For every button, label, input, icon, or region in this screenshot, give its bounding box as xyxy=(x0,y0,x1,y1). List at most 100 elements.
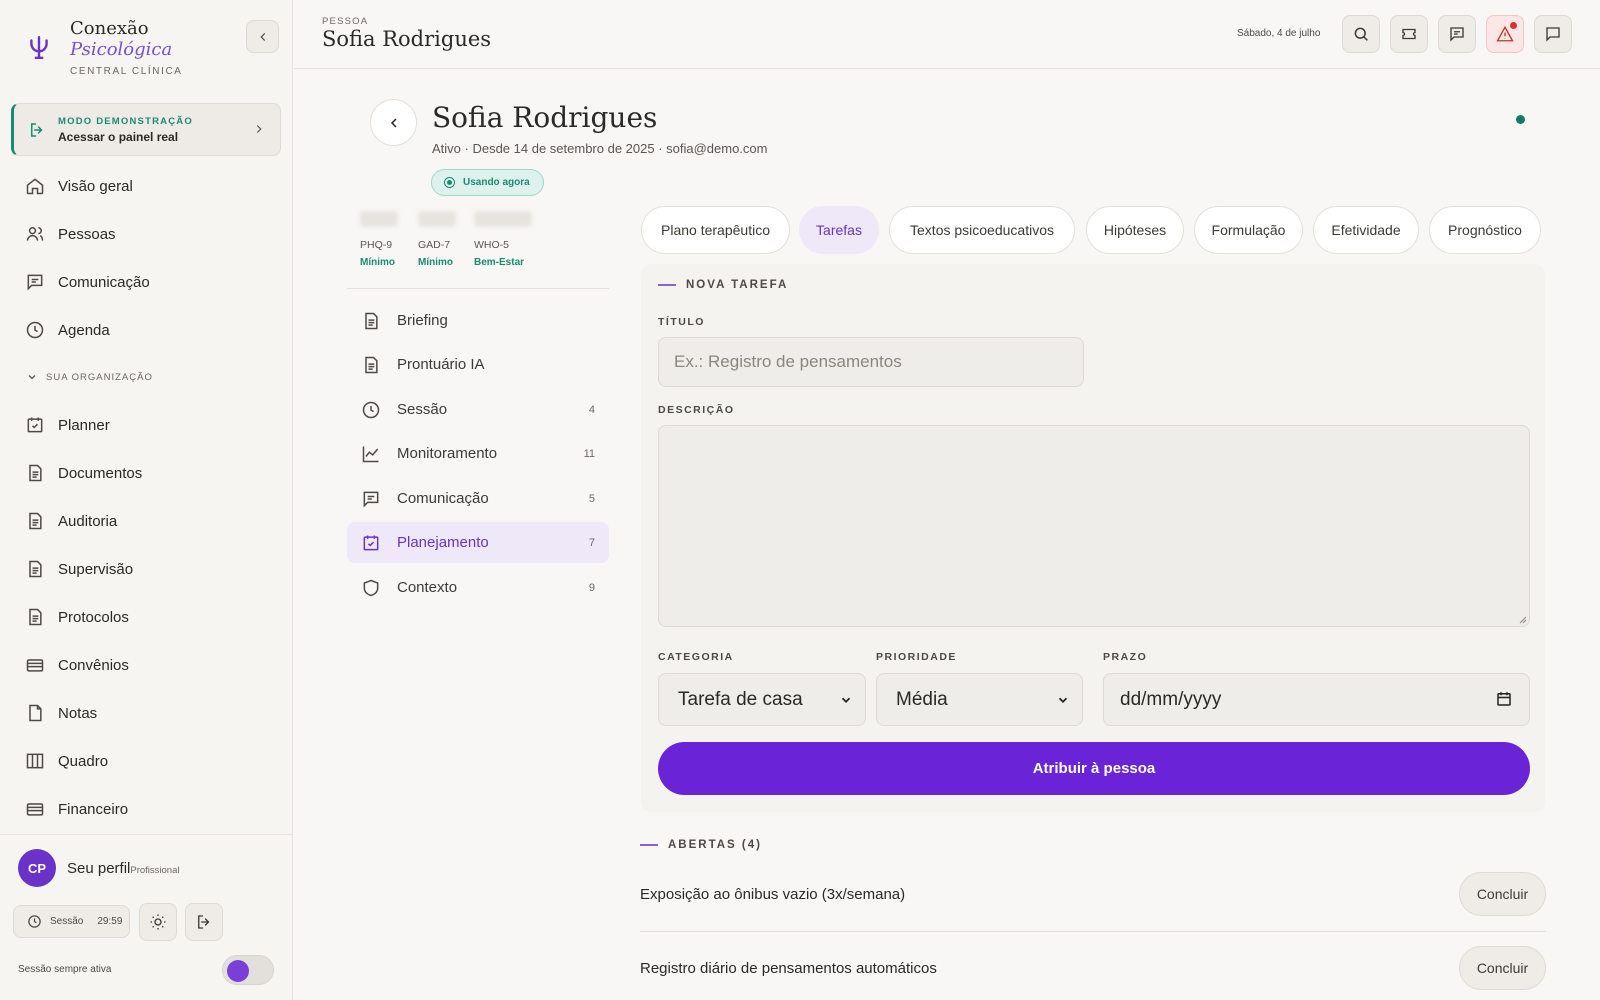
search-button[interactable] xyxy=(1342,15,1380,53)
category-value: Tarefa de casa xyxy=(678,688,803,710)
clock-icon xyxy=(361,400,381,420)
priority-label: PRIORIDADE xyxy=(876,651,957,663)
subnav-label: Briefing xyxy=(397,312,448,329)
score-gad7[interactable]: GAD-7 Mínimo xyxy=(418,211,456,268)
score-value-hidden xyxy=(418,211,456,227)
session-timer: 29:59 xyxy=(97,916,123,927)
collapse-sidebar-button[interactable] xyxy=(246,20,279,53)
ticket-icon xyxy=(1400,25,1418,43)
brand-logo[interactable]: Conexão Psicológica CENTRAL CLÍNICA xyxy=(26,20,183,77)
profile-link[interactable]: Seu perfilProfissional xyxy=(67,860,179,877)
deadline-input[interactable]: dd/mm/yyyy xyxy=(1103,673,1530,726)
nav-item-protocolos[interactable]: Protocolos xyxy=(25,602,129,632)
person-name: Sofia Rodrigues xyxy=(432,101,658,134)
document-icon xyxy=(25,607,45,627)
nav-item-notas[interactable]: Notas xyxy=(25,698,97,728)
messages-button[interactable] xyxy=(1438,15,1476,53)
subnav-monitoramento[interactable]: Monitoramento 11 xyxy=(347,433,609,474)
subnav-planejamento[interactable]: Planejamento 7 xyxy=(347,522,609,563)
profile-role: Profissional xyxy=(130,865,180,876)
section-heading: NOVA TAREFA xyxy=(658,279,788,291)
clock-icon xyxy=(25,320,45,340)
alerts-button[interactable] xyxy=(1486,15,1524,53)
current-date: Sábado, 4 de julho xyxy=(1237,28,1321,39)
message-icon xyxy=(1448,25,1466,43)
nav-item-planner[interactable]: Planner xyxy=(25,410,110,440)
tab-plano-terapeutico[interactable]: Plano terapêutico xyxy=(641,206,790,254)
calendar-check-icon xyxy=(361,533,381,553)
nav-item-pessoas[interactable]: Pessoas xyxy=(25,219,116,249)
complete-task-button[interactable]: Concluir xyxy=(1459,946,1546,990)
nav-item-label: Planner xyxy=(58,416,110,434)
session-always-label: Sessão sempre ativa xyxy=(18,964,112,975)
subnav-contexto[interactable]: Contexto 9 xyxy=(347,567,609,608)
nav-item-documentos[interactable]: Documentos xyxy=(25,458,142,488)
divider xyxy=(640,931,1546,932)
category-select[interactable]: Tarefa de casa xyxy=(658,673,866,726)
demo-mode-banner[interactable]: MODO DEMONSTRAÇÃO Acessar o painel real xyxy=(11,103,281,156)
score-value-hidden xyxy=(360,211,398,227)
demo-mode-label: MODO DEMONSTRAÇÃO xyxy=(58,115,193,127)
chevron-left-icon xyxy=(256,30,270,44)
open-tasks-heading: ABERTAS (4) xyxy=(668,839,762,851)
tab-efetividade[interactable]: Efetividade xyxy=(1313,206,1419,254)
document-icon xyxy=(361,355,381,375)
card-icon xyxy=(25,655,45,675)
subnav-count: 5 xyxy=(588,492,595,505)
session-timer-button[interactable]: Sessão 29:59 xyxy=(13,905,130,938)
resize-handle-icon[interactable] xyxy=(1517,614,1527,624)
category-label: CATEGORIA xyxy=(658,651,734,663)
nav-item-comunicacao[interactable]: Comunicação xyxy=(25,267,150,297)
description-textarea[interactable] xyxy=(658,425,1530,627)
subnav-label: Comunicação xyxy=(397,490,489,507)
calendar-check-icon xyxy=(25,415,45,435)
org-section-toggle[interactable]: SUA ORGANIZAÇÃO xyxy=(26,371,153,383)
document-icon xyxy=(361,311,381,331)
sidebar-footer: CP Seu perfilProfissional Sessão 29:59 S… xyxy=(0,834,293,1000)
chat-icon xyxy=(1544,25,1562,43)
chat-button[interactable] xyxy=(1534,15,1572,53)
calendar-icon[interactable] xyxy=(1495,690,1513,708)
subnav-label: Sessão xyxy=(397,401,448,418)
card-icon xyxy=(25,799,45,819)
session-always-toggle[interactable] xyxy=(222,955,274,985)
nav-item-label: Convênios xyxy=(58,656,129,674)
note-icon xyxy=(25,703,45,723)
nav-item-auditoria[interactable]: Auditoria xyxy=(25,506,117,536)
page-title: Sofia Rodrigues xyxy=(322,27,492,51)
nav-item-visao-geral[interactable]: Visão geral xyxy=(25,171,133,201)
logout-button[interactable] xyxy=(185,903,223,941)
score-level: Mínimo xyxy=(360,257,395,268)
score-name: WHO-5 xyxy=(474,239,509,251)
tab-prognostico[interactable]: Prognóstico xyxy=(1429,206,1541,254)
tab-tarefas[interactable]: Tarefas xyxy=(799,206,879,254)
score-level: Bem-Estar xyxy=(474,257,525,268)
psi-logo-icon xyxy=(26,34,52,74)
priority-select[interactable]: Média xyxy=(876,673,1083,726)
avatar[interactable]: CP xyxy=(18,849,56,887)
score-who5[interactable]: WHO-5 Bem-Estar xyxy=(474,211,532,268)
title-input[interactable]: Ex.: Registro de pensamentos xyxy=(658,337,1084,387)
subnav-comunicacao[interactable]: Comunicação 5 xyxy=(347,478,609,519)
exit-icon xyxy=(28,121,46,139)
nav-item-convenios[interactable]: Convênios xyxy=(25,650,129,680)
tab-hipoteses[interactable]: Hipóteses xyxy=(1086,206,1184,254)
ticket-button[interactable] xyxy=(1390,15,1428,53)
back-button[interactable] xyxy=(370,99,417,146)
nav-item-quadro[interactable]: Quadro xyxy=(25,746,108,776)
subnav-sessao[interactable]: Sessão 4 xyxy=(347,389,609,430)
nav-item-financeiro[interactable]: Financeiro xyxy=(25,794,128,824)
complete-task-button[interactable]: Concluir xyxy=(1459,872,1546,916)
message-icon xyxy=(361,489,381,509)
tab-formulacao[interactable]: Formulação xyxy=(1194,206,1303,254)
theme-toggle-button[interactable] xyxy=(139,903,177,941)
subnav-count: 4 xyxy=(588,403,595,416)
subnav-prontuario-ia[interactable]: Prontuário IA xyxy=(347,344,609,385)
subnav-briefing[interactable]: Briefing xyxy=(347,300,609,341)
tab-textos-psicoeducativos[interactable]: Textos psicoeducativos xyxy=(889,206,1075,254)
assign-task-button[interactable]: Atribuir à pessoa xyxy=(658,742,1530,795)
nav-item-agenda[interactable]: Agenda xyxy=(25,315,110,345)
score-phq9[interactable]: PHQ-9 Mínimo xyxy=(360,211,398,268)
subnav-count: 11 xyxy=(583,447,595,460)
nav-item-supervisao[interactable]: Supervisão xyxy=(25,554,133,584)
